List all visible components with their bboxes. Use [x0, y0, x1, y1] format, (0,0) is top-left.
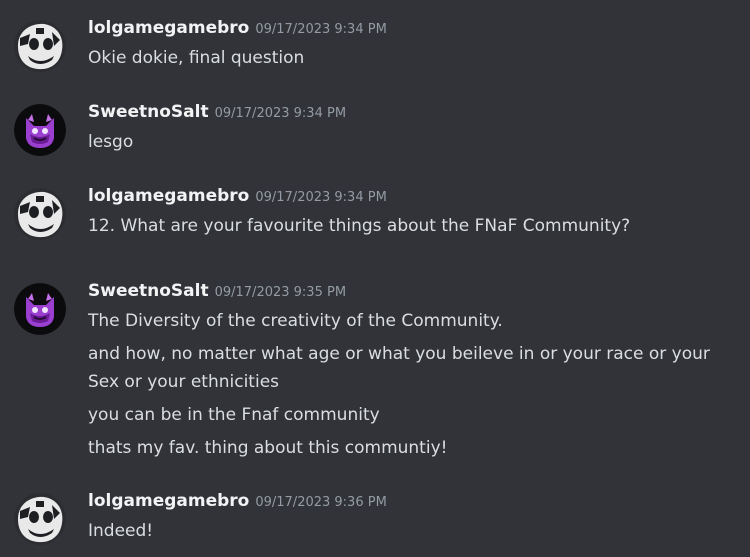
- purple-cat-avatar-icon[interactable]: [14, 104, 66, 156]
- message-header: lolgamegamebro 09/17/2023 9:34 PM: [88, 18, 387, 42]
- message-text: thats my fav. thing about this communtiy…: [88, 438, 448, 458]
- username[interactable]: lolgamegamebro: [88, 18, 249, 38]
- message-text: Sex or your ethnicities: [88, 372, 280, 392]
- username[interactable]: SweetnoSalt: [88, 281, 209, 301]
- username[interactable]: lolgamegamebro: [88, 186, 249, 206]
- timestamp: 09/17/2023 9:36 PM: [255, 495, 387, 510]
- message-text: 12. What are your favourite things about…: [88, 216, 631, 236]
- message-text: and how, no matter what age or what you …: [88, 344, 710, 364]
- white-robot-avatar-icon[interactable]: [14, 493, 66, 545]
- message-text: lesgo: [88, 132, 134, 152]
- username[interactable]: lolgamegamebro: [88, 491, 249, 511]
- message-text: Indeed!: [88, 521, 154, 541]
- message-header: SweetnoSalt 09/17/2023 9:34 PM: [88, 102, 346, 126]
- timestamp: 09/17/2023 9:35 PM: [214, 285, 347, 300]
- white-robot-avatar-icon[interactable]: [14, 188, 66, 240]
- message-header: SweetnoSalt 09/17/2023 9:35 PM: [88, 281, 346, 305]
- timestamp: 09/17/2023 9:34 PM: [255, 22, 387, 37]
- white-robot-avatar-icon[interactable]: [14, 20, 66, 72]
- message-header: lolgamegamebro 09/17/2023 9:36 PM: [88, 491, 387, 515]
- username[interactable]: SweetnoSalt: [88, 102, 209, 122]
- message-text: Okie dokie, final question: [88, 48, 305, 68]
- message-header: lolgamegamebro 09/17/2023 9:34 PM: [88, 186, 387, 210]
- purple-cat-avatar-icon[interactable]: [14, 283, 66, 335]
- message-text: you can be in the Fnaf community: [88, 405, 380, 425]
- timestamp: 09/17/2023 9:34 PM: [255, 190, 387, 205]
- message-text: The Diversity of the creativity of the C…: [88, 311, 503, 331]
- timestamp: 09/17/2023 9:34 PM: [214, 106, 347, 121]
